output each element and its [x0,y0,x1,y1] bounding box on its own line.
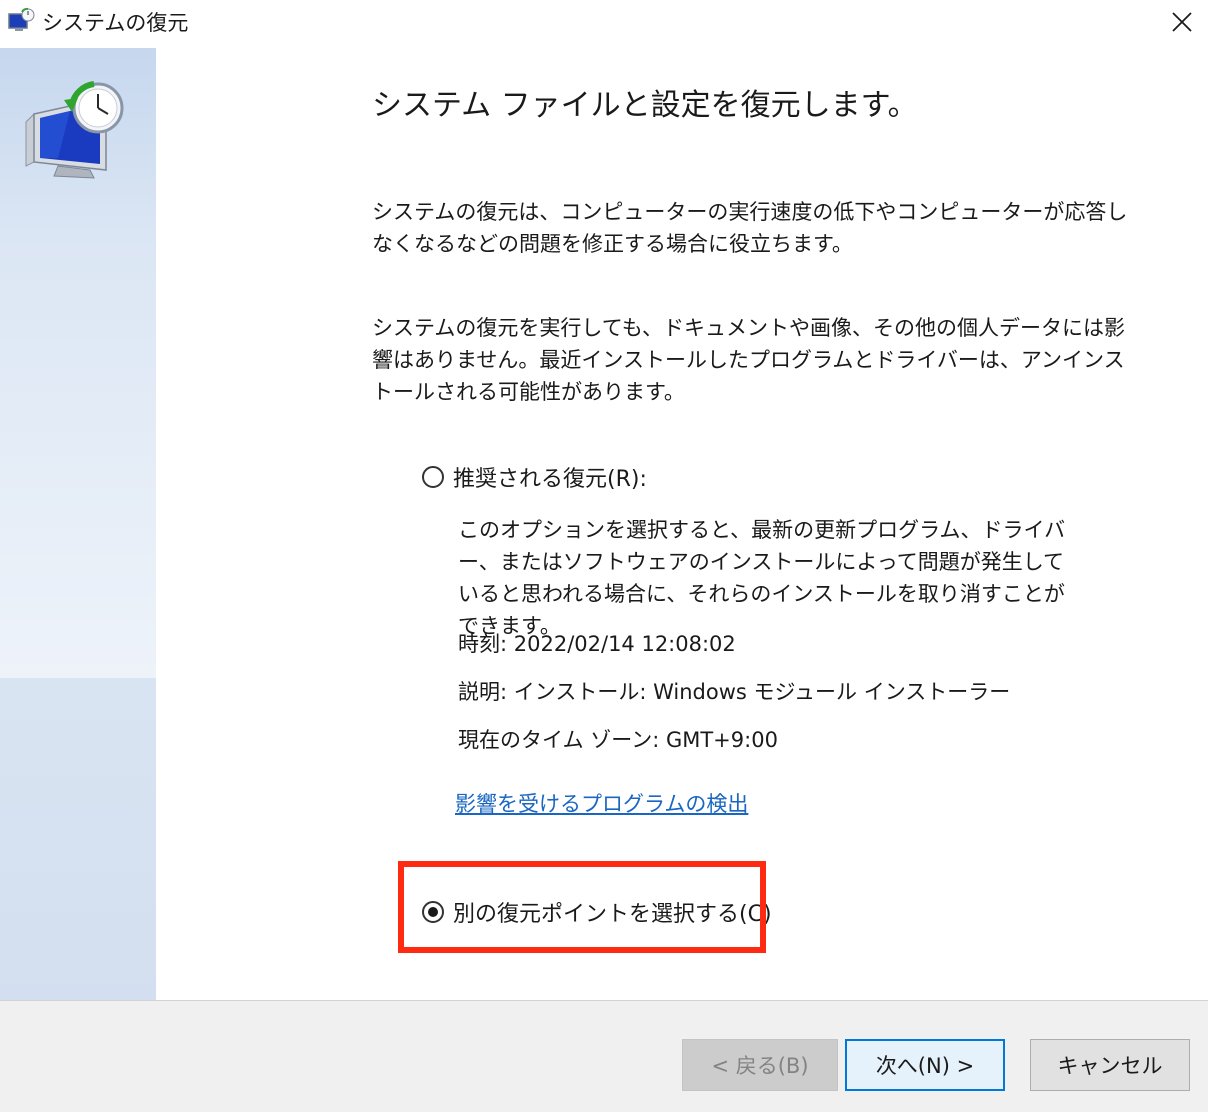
close-icon [1172,12,1192,32]
page-heading: システム ファイルと設定を復元します。 [372,88,918,123]
recommended-restore-option[interactable]: 推奨される復元(R): [422,461,647,493]
title-bar: システムの復元 [0,0,1208,48]
scan-affected-programs-link[interactable]: 影響を受けるプログラムの検出 [455,788,748,818]
restore-point-timezone: 現在のタイム ゾーン: GMT+9:00 [458,728,778,752]
highlight-box [398,861,766,953]
close-button[interactable] [1156,0,1208,44]
next-button[interactable]: 次へ(N) > [845,1039,1005,1091]
button-bar: < 戻る(B) 次へ(N) > キャンセル [0,1000,1208,1112]
recommended-restore-radio[interactable] [422,466,444,488]
info-paragraph: システムの復元を実行しても、ドキュメントや画像、その他の個人データには影響はあり… [372,316,1126,404]
wizard-content: システム ファイルと設定を復元します。 システムの復元は、コンピューターの実行速… [156,48,1208,1000]
restore-point-time: 時刻: 2022/02/14 12:08:02 [458,632,736,656]
wizard-sidebar [0,48,156,1000]
recommended-restore-label: 推奨される復元(R): [453,467,647,492]
back-button[interactable]: < 戻る(B) [682,1039,838,1091]
system-restore-icon [25,81,124,179]
sidebar-gradient-bottom [0,678,156,1000]
recommended-restore-description: このオプションを選択すると、最新の更新プログラム、ドライバー、またはソフトウェア… [458,518,1066,638]
system-restore-icon [8,7,35,31]
intro-paragraph: システムの復元は、コンピューターの実行速度の低下やコンピューターが応答しなくなる… [372,200,1128,256]
restore-point-description: 説明: インストール: Windows モジュール インストーラー [458,680,1011,704]
cancel-button[interactable]: キャンセル [1030,1039,1190,1091]
window-title: システムの復元 [42,11,189,35]
